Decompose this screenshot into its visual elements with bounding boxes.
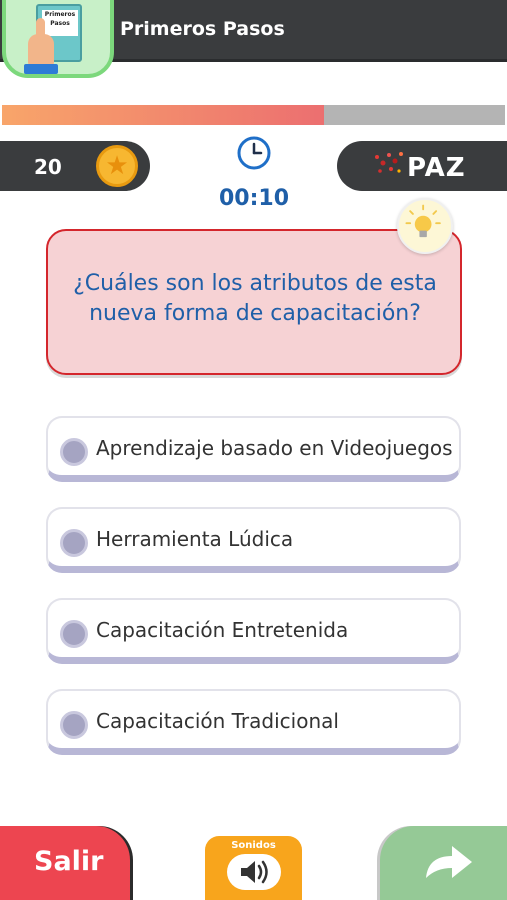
radio-button[interactable] — [60, 529, 88, 557]
speaker-icon — [227, 854, 281, 890]
score-panel: 20 ★ — [0, 141, 150, 191]
answer-option-label: Herramienta Lúdica — [96, 527, 294, 551]
answer-option-2[interactable]: Herramienta Lúdica — [46, 507, 461, 573]
clock-icon — [237, 136, 271, 170]
arrow-right-icon — [426, 846, 472, 878]
sleeve-decoration — [24, 64, 58, 74]
app-logo: Primeros Pasos — [2, 0, 114, 78]
lightbulb-icon — [405, 204, 441, 238]
sound-label: Sonidos — [231, 840, 276, 851]
star-coin-icon: ★ — [96, 145, 138, 187]
pointing-hand-icon — [28, 18, 54, 68]
progress-bar — [2, 105, 505, 125]
logo-label: Primeros Pasos — [42, 10, 78, 36]
answer-option-label: Capacitación Tradicional — [96, 709, 339, 733]
answer-option-3[interactable]: Capacitación Entretenida — [46, 598, 461, 664]
radio-button[interactable] — [60, 711, 88, 739]
exit-button-label: Salir — [34, 846, 104, 877]
hint-button[interactable] — [397, 198, 453, 254]
answer-option-label: Capacitación Entretenida — [96, 618, 349, 642]
brand-text: PAZ — [407, 153, 466, 183]
brand-mark-icon — [375, 152, 403, 173]
answer-option-1[interactable]: Aprendizaje basado en Videojuegos — [46, 416, 461, 482]
brand-panel: PAZ — [337, 141, 507, 191]
progress-fill — [2, 105, 324, 125]
answer-option-label: Aprendizaje basado en Videojuegos — [96, 436, 453, 460]
radio-button[interactable] — [60, 620, 88, 648]
radio-button[interactable] — [60, 438, 88, 466]
page-title: Primeros Pasos — [120, 18, 285, 40]
exit-button[interactable]: Salir — [0, 826, 130, 900]
question-text: ¿Cuáles son los atributos de esta nueva … — [73, 271, 437, 326]
timer-value: 00:10 — [218, 186, 290, 211]
score-value: 20 — [34, 155, 62, 179]
next-button[interactable] — [380, 826, 507, 900]
answer-option-4[interactable]: Capacitación Tradicional — [46, 689, 461, 755]
sound-toggle-button[interactable]: Sonidos — [205, 836, 302, 900]
